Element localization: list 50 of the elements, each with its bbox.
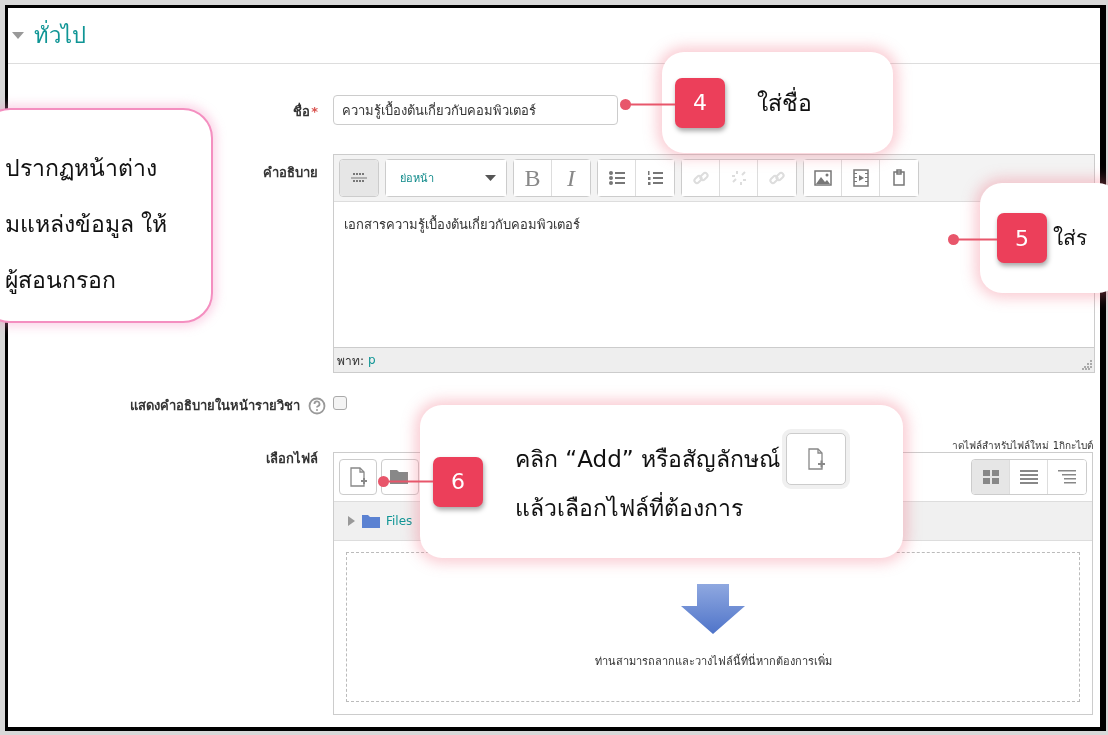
choose-file-label: เลือกไฟล์ — [266, 450, 318, 468]
callout-text: คลิก “Add” หรือสัญลักษณ์ — [515, 444, 780, 474]
folder-icon — [362, 514, 380, 528]
name-input-field[interactable]: ความรู้เบื้องต้นเกี่ยวกับคอมพิวเตอร์ — [333, 95, 618, 125]
required-mark: * — [311, 104, 318, 119]
expand-arrow-icon[interactable] — [348, 516, 356, 526]
path-link[interactable]: p — [368, 353, 376, 367]
bold-button[interactable]: B — [514, 160, 552, 196]
resize-grip-icon[interactable] — [1082, 360, 1092, 370]
step-number-badge: 4 — [675, 77, 725, 128]
numbered-list-icon — [645, 168, 665, 188]
collapse-caret-icon[interactable] — [12, 31, 24, 40]
grid-icon — [980, 468, 1001, 486]
show-description-label: แสดงคำอธิบายในหน้ารายวิชา — [130, 396, 300, 415]
drop-hint: ท่านสามารถลากและวางไฟล์นี้ที่นี่หากต้องการเพิ่ม — [594, 652, 832, 670]
pointer-line — [620, 99, 675, 110]
callout-text: ใส่ร — [1053, 225, 1087, 252]
callout-text: แล้วเลือกไฟล์ที่ต้องการ — [515, 491, 743, 523]
name-label: ชื่อ — [293, 101, 311, 121]
step-number-badge: 6 — [433, 456, 483, 507]
section-title[interactable]: ทั่วไป — [34, 18, 86, 53]
checkbox[interactable] — [333, 396, 347, 410]
callout-text: ปรากฏหน้าต่าง — [5, 154, 157, 183]
create-folder-button[interactable] — [381, 459, 419, 495]
caret-icon — [485, 175, 496, 181]
toggle-button[interactable] — [340, 160, 378, 196]
pointer-line — [378, 476, 433, 487]
format-dropdown[interactable]: ย่อหน้า — [386, 160, 506, 196]
add-file-button[interactable] — [339, 459, 377, 495]
grid-view-button[interactable] — [972, 460, 1010, 494]
description-label: คำอธิบาย — [263, 164, 318, 182]
folder-path-link[interactable]: Files — [386, 514, 413, 528]
image-button[interactable] — [804, 160, 842, 196]
tree-list-icon — [1057, 468, 1077, 486]
help-icon[interactable] — [308, 396, 326, 415]
bullets-button[interactable] — [598, 160, 636, 196]
callout-text: มแหล่งข้อมูล ให้ — [5, 210, 168, 240]
path-label: พาท: — [337, 352, 365, 370]
description-text[interactable]: เอกสารความรู้เบื้องต้นเกี่ยวกับคอมพิวเตอร์ — [344, 217, 580, 232]
step-number-badge: 5 — [997, 213, 1047, 263]
down-arrow-icon — [681, 584, 745, 634]
max-size-note: าดไฟล์สำหรับไฟล์ใหม่ 1กิกะไบต์ — [952, 439, 1093, 452]
file-add-icon — [348, 466, 368, 488]
callout-text: ผู้สอนกรอก — [5, 266, 116, 296]
bullet-list-icon — [606, 168, 627, 188]
callout-text: ใส่ชื่อ — [757, 86, 812, 118]
list-icon — [1018, 468, 1039, 486]
film-icon — [850, 168, 871, 188]
image-icon — [812, 168, 833, 188]
pointer-line — [948, 234, 997, 245]
